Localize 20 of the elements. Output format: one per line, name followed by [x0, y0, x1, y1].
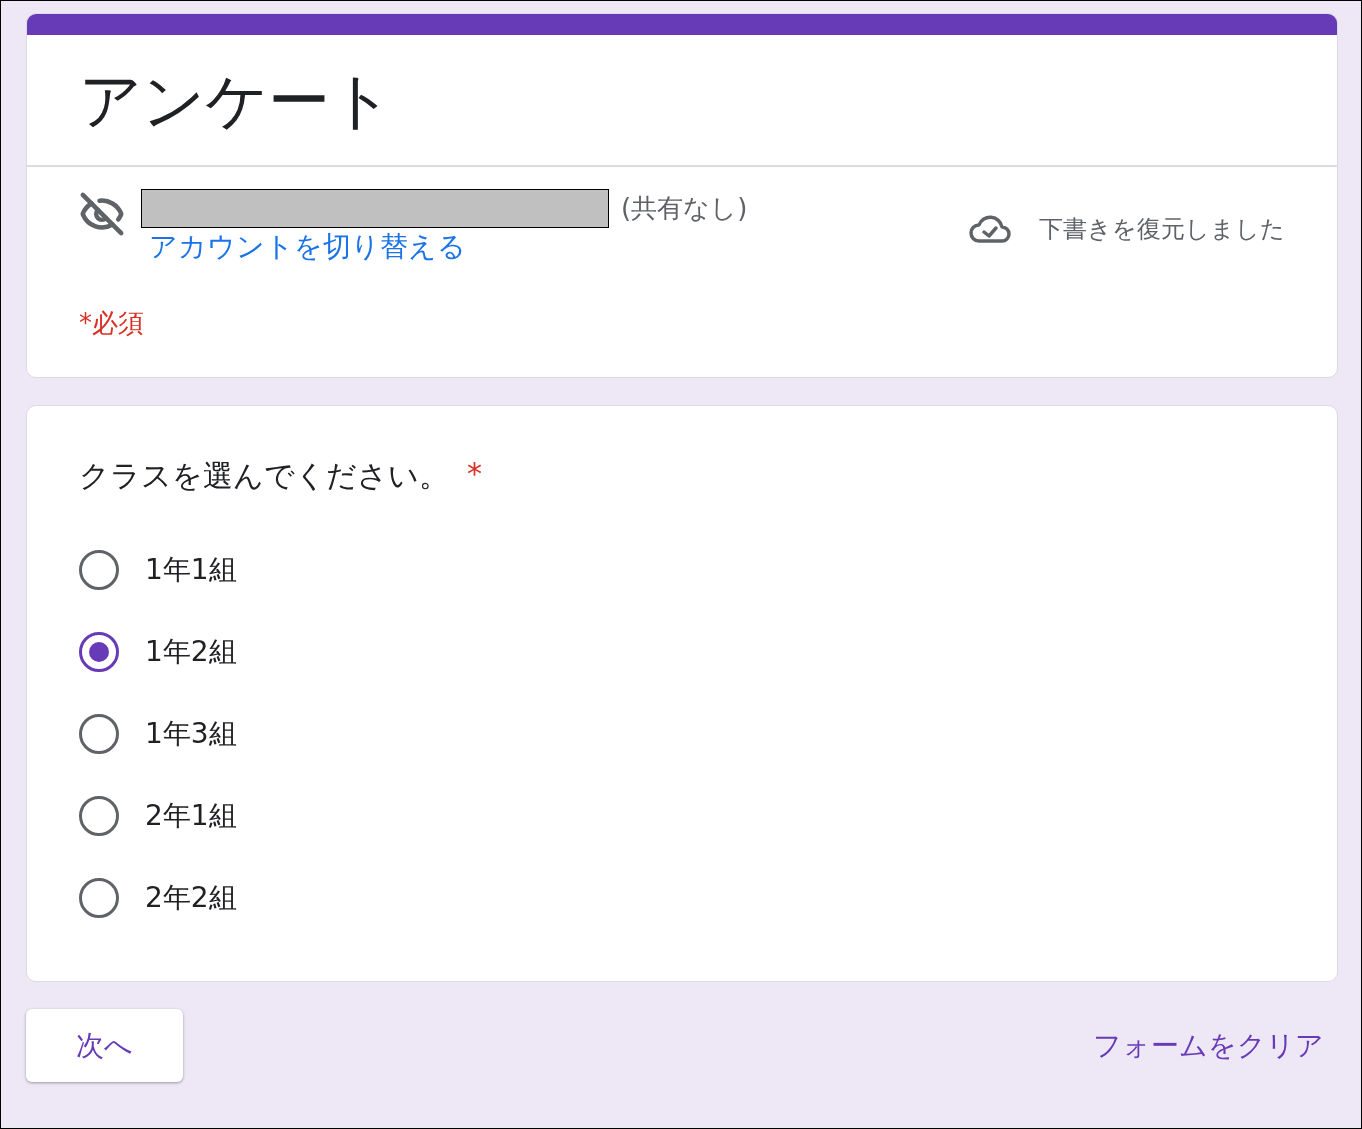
radio-button[interactable]: [79, 550, 119, 591]
radio-button[interactable]: [79, 714, 119, 755]
share-status: (共有なし): [621, 192, 748, 226]
form-title: アンケート: [78, 63, 394, 139]
clear-form-button[interactable]: フォームをクリア: [1093, 1026, 1338, 1065]
next-button[interactable]: 次へ: [26, 1009, 183, 1083]
switch-account-link[interactable]: アカウントを切り替える: [149, 228, 748, 267]
cloud-check-icon: [969, 214, 1011, 245]
radio-button[interactable]: [79, 632, 119, 673]
draft-status: 下書きを復元しました: [1039, 214, 1285, 246]
option-label: 2年1組: [145, 798, 237, 835]
question-text: クラスを選んでください。: [79, 457, 449, 496]
option-label: 1年1組: [145, 552, 237, 589]
required-mark: *: [467, 456, 482, 494]
radio-button[interactable]: [79, 796, 119, 837]
required-note: *必須: [79, 308, 144, 339]
option-label: 2年2組: [145, 880, 237, 917]
option-label: 1年2組: [145, 634, 237, 671]
option-label: 1年3組: [145, 716, 237, 753]
radio-button[interactable]: [79, 878, 119, 919]
